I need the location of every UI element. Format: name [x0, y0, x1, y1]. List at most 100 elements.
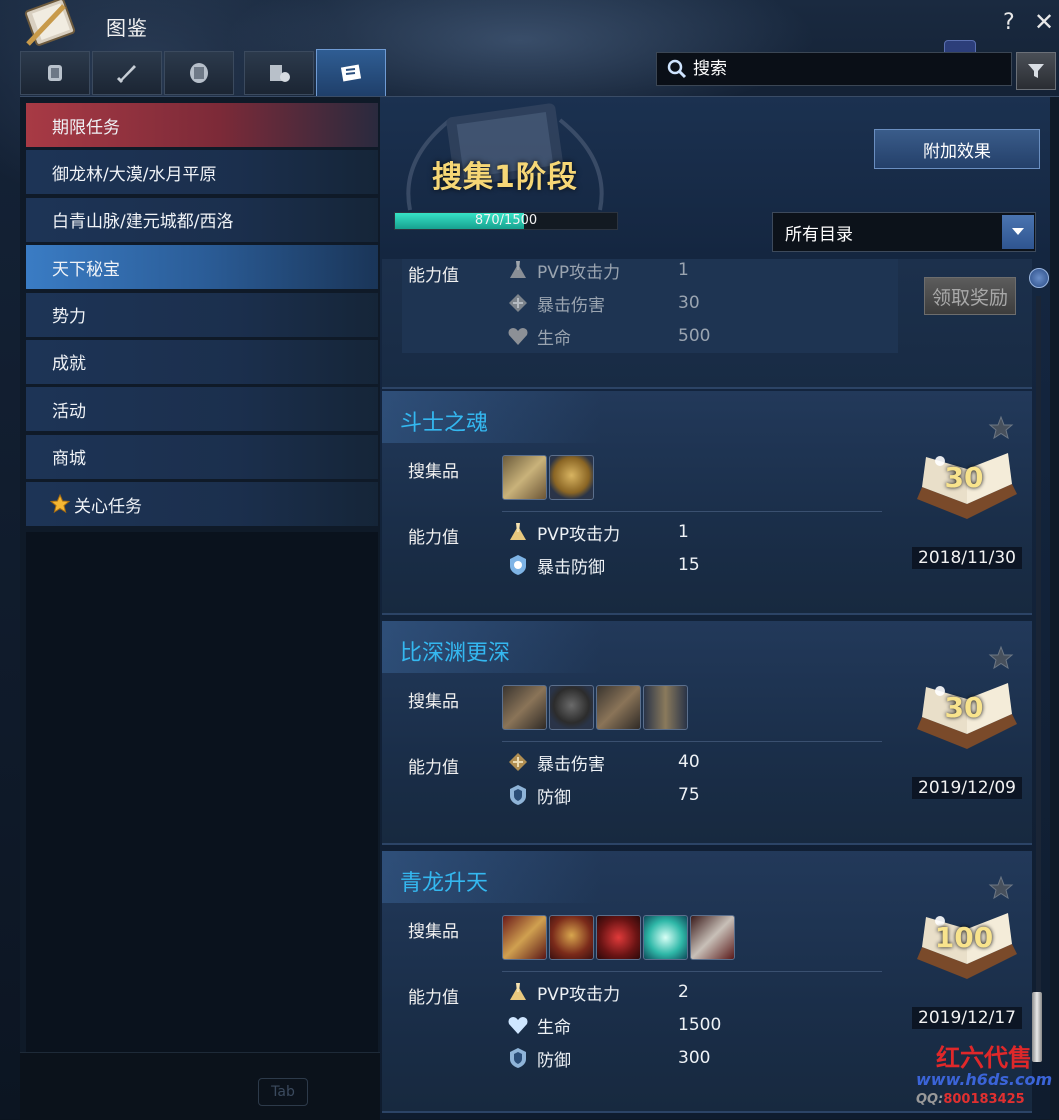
favorite-star-icon[interactable]	[988, 875, 1014, 901]
stat-value: 30	[678, 293, 700, 313]
sidebar-item-favorites[interactable]: 关心任务	[26, 482, 378, 527]
category-dropdown[interactable]: 所有目录	[772, 212, 1036, 252]
stat-value: 1	[678, 522, 689, 542]
stat-name: 生命	[537, 328, 571, 349]
filter-icon	[1028, 64, 1044, 78]
card-title: 斗士之魂	[400, 411, 489, 436]
item-slots	[502, 455, 594, 500]
stats-label: 能力值	[408, 988, 459, 1008]
footer-strip	[20, 1052, 380, 1120]
stat-value: 500	[678, 326, 711, 346]
stat-value: 15	[678, 555, 700, 575]
stat-name: 防御	[537, 1050, 571, 1071]
chevron-down-icon[interactable]	[1002, 215, 1034, 249]
defense-icon	[510, 1048, 526, 1068]
stat-row: 暴击防御 15	[506, 552, 700, 578]
progress-text: 870/1500	[474, 213, 538, 228]
reward-box: 30 2019/12/09	[912, 679, 1022, 799]
watermark-qq: QQ:800183425	[916, 1092, 1025, 1107]
claim-reward-button[interactable]: 领取奖励	[924, 277, 1016, 315]
sidebar-item-region-2[interactable]: 白青山脉/建元城都/西洛	[26, 197, 378, 242]
tab-armor[interactable]	[20, 51, 90, 95]
partial-card-inner	[402, 259, 898, 353]
sidebar-item-limited-quests[interactable]: 期限任务	[26, 103, 378, 147]
sidebar-item-label: 关心任务	[74, 496, 142, 517]
tab-accessories[interactable]	[164, 51, 234, 95]
stat-name: 暴击防御	[537, 557, 605, 578]
item-slots	[502, 915, 735, 960]
stat-row: 防御 75	[506, 782, 700, 808]
item-slot-box[interactable]	[643, 915, 688, 960]
sidebar-item-achievements[interactable]: 成就	[26, 339, 378, 384]
stat-name: 暴击伤害	[537, 754, 605, 775]
dropdown-value: 所有目录	[785, 224, 853, 245]
stat-row: PVP攻击力 2	[506, 979, 689, 1005]
item-slot-robe[interactable]	[643, 685, 688, 730]
item-slot-wings[interactable]	[596, 915, 641, 960]
tab-weapons[interactable]	[92, 51, 162, 95]
sidebar-item-label: 期限任务	[52, 117, 120, 138]
tab-special[interactable]	[244, 51, 314, 95]
item-slot-armor[interactable]	[596, 685, 641, 730]
sidebar-item-treasures[interactable]: 天下秘宝	[26, 245, 378, 290]
watermark-qq-number: 800183425	[943, 1092, 1025, 1107]
help-button[interactable]: ?	[1003, 10, 1015, 35]
stat-name: 生命	[537, 1017, 571, 1038]
favorite-star-icon[interactable]	[988, 415, 1014, 441]
stat-value: 1500	[678, 1015, 722, 1035]
items-label: 搜集品	[408, 462, 459, 482]
tab-collection[interactable]	[316, 49, 386, 97]
collection-card: 比深渊更深 搜集品 能力值 暴击伤害 40 防御 75 30 2019/12/0…	[382, 621, 1032, 845]
sidebar-item-events[interactable]: 活动	[26, 387, 378, 432]
item-slot-helmet[interactable]	[549, 455, 594, 500]
reward-box: 100 2019/12/17	[912, 909, 1022, 1029]
card-title: 比深渊更深	[400, 641, 511, 666]
item-slots	[502, 685, 688, 730]
scroll-tab-icon	[340, 64, 362, 82]
favorite-star-icon[interactable]	[988, 645, 1014, 671]
sidebar-empty-area	[26, 532, 378, 1052]
watermark: 红六代售 www.h6ds.com QQ:800183425	[904, 1038, 1054, 1118]
sidebar-item-label: 商城	[52, 449, 86, 470]
item-slot-armor[interactable]	[502, 455, 547, 500]
stat-name: 防御	[537, 787, 571, 808]
stat-name: PVP攻击力	[537, 262, 621, 283]
reward-date: 2019/12/17	[912, 1007, 1022, 1029]
stat-row: 生命 500	[506, 323, 710, 349]
items-label: 搜集品	[408, 692, 459, 712]
bonus-effect-button[interactable]: 附加效果	[874, 129, 1040, 169]
stat-name: PVP攻击力	[537, 984, 621, 1005]
sidebar-item-region-1[interactable]: 御龙林/大漠/水月平原	[26, 150, 378, 195]
reward-amount: 100	[934, 921, 994, 954]
stat-row: PVP攻击力 1	[506, 519, 689, 545]
search-box[interactable]	[656, 52, 1012, 86]
codex-book-icon	[24, 0, 76, 46]
sword-tab-icon	[116, 65, 136, 84]
filter-button[interactable]	[1016, 52, 1056, 90]
search-input[interactable]	[691, 58, 995, 80]
item-slot-weapon[interactable]	[690, 915, 735, 960]
stat-name: PVP攻击力	[537, 524, 621, 545]
crit-damage-icon	[509, 753, 527, 771]
stat-value: 1	[678, 260, 689, 280]
reward-date: 2019/12/09	[912, 777, 1022, 799]
item-slot-helmet[interactable]	[549, 685, 594, 730]
tab-key-hint: Tab	[258, 1078, 308, 1106]
stats-label: 能力值	[408, 528, 459, 548]
crit-damage-icon	[509, 294, 527, 312]
scroll-up-button[interactable]	[1029, 268, 1049, 288]
pvp-attack-icon	[510, 523, 526, 540]
pvp-attack-icon	[510, 261, 526, 278]
reward-amount: 30	[944, 691, 984, 724]
sidebar-item-shop[interactable]: 商城	[26, 434, 378, 479]
item-slot-helmet[interactable]	[549, 915, 594, 960]
item-slot-armor[interactable]	[502, 915, 547, 960]
scrollbar-track[interactable]	[1036, 296, 1041, 996]
close-button[interactable]: ✕	[1034, 8, 1054, 36]
stat-row: 生命 1500	[506, 1012, 721, 1038]
collection-card: 斗士之魂 搜集品 能力值 PVP攻击力 1 暴击防御 15 30 2018/11…	[382, 391, 1032, 615]
stat-row: 暴击伤害 40	[506, 749, 700, 775]
sidebar-item-factions[interactable]: 势力	[26, 292, 378, 337]
item-slot-armor[interactable]	[502, 685, 547, 730]
reward-amount: 30	[944, 461, 984, 494]
